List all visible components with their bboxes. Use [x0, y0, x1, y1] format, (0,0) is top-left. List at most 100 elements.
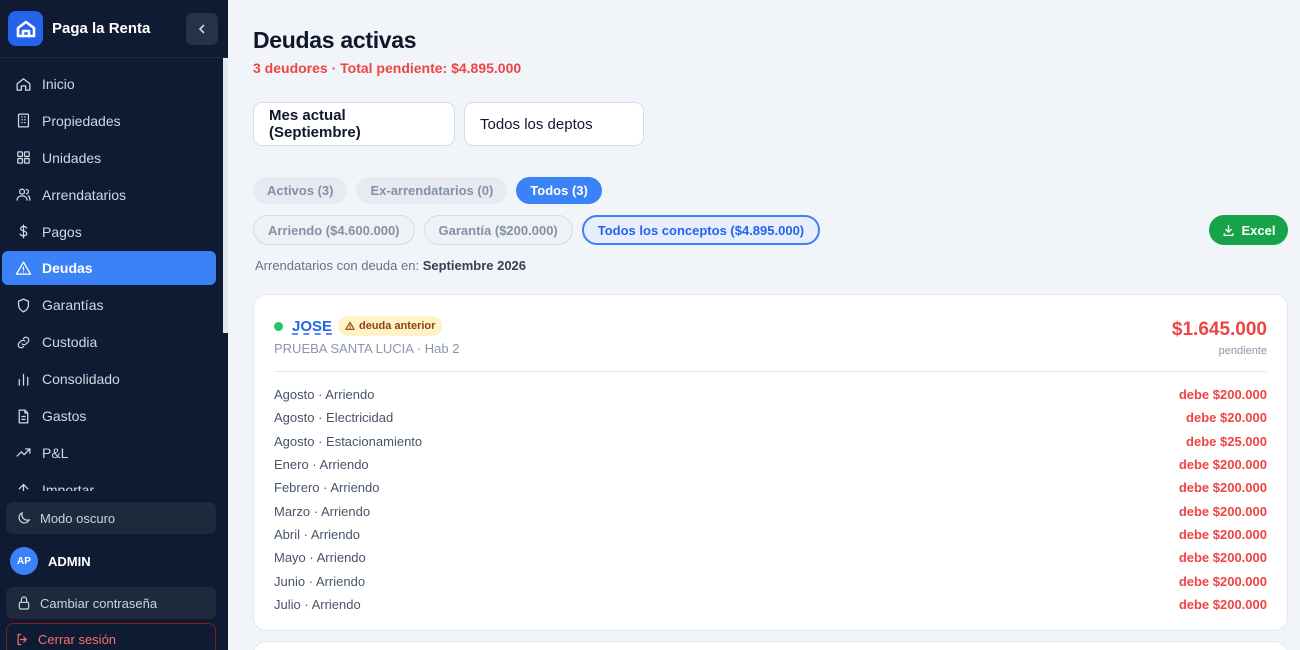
excel-label: Excel — [1241, 222, 1276, 238]
debt-amount: debe $200.000 — [1178, 457, 1267, 473]
concept-arriendo-chip[interactable]: Arriendo ($4.600.000) — [253, 215, 415, 245]
sidebar-item-label: Inicio — [42, 76, 75, 92]
alert-icon — [15, 261, 32, 275]
sidebar-footer: Modo oscuro AP ADMIN Cambiar contraseña … — [0, 494, 228, 650]
status-dot — [274, 322, 283, 331]
sidebar-nav: Inicio Propiedades Unidades Arrendatario… — [0, 67, 222, 491]
debt-line: Agosto · Electricidad debe $20.000 — [274, 406, 1267, 429]
sidebar-item-custodia[interactable]: Custodia — [2, 325, 216, 359]
status-tabs: Activos (3) Ex-arrendatarios (0) Todos (… — [253, 177, 602, 204]
debt-line: Agosto · Estacionamiento debe $25.000 — [274, 430, 1267, 453]
tab-activos[interactable]: Activos (3) — [253, 177, 348, 204]
home-icon — [16, 77, 31, 91]
sidebar-item-label: P&L — [42, 444, 69, 461]
debt-line: Enero · Arriendo debe $200.000 — [274, 453, 1267, 476]
upload-icon — [18, 483, 29, 491]
debt-amount: debe $20.000 — [1186, 410, 1267, 426]
debt-line: Junio · Arriendo debe $200.000 — [274, 569, 1267, 592]
collapse-sidebar-button[interactable] — [186, 12, 218, 45]
debt-line: Agosto · Arriendo debe $200.000 — [274, 383, 1267, 406]
debt-concept: Abril · Arriendo — [274, 526, 360, 542]
period-prefix: Arrendatarios con deuda en: — [255, 258, 420, 273]
debt-concept: Febrero · Arriendo — [274, 480, 380, 496]
user-profile: AP ADMIN — [0, 540, 228, 582]
sidebar: Paga la Renta Inicio Propiedades Unidade… — [0, 0, 228, 650]
sidebar-item-deudas[interactable]: Deudas — [2, 251, 216, 286]
tenant-name-link[interactable]: JOSE — [292, 318, 332, 335]
debt-lines: Agosto · Arriendo debe $200.000 Agosto · … — [274, 383, 1267, 616]
debt-amount: debe $200.000 — [1178, 550, 1267, 566]
sidebar-item-label: Deudas — [42, 260, 93, 277]
sidebar-item-label: Garantías — [42, 297, 104, 314]
sidebar-item-label: Arrendatarios — [42, 186, 127, 203]
link-icon — [17, 336, 30, 349]
debt-amount: debe $200.000 — [1178, 573, 1267, 589]
avatar: AP — [10, 547, 38, 575]
sidebar-item-label: Custodia — [42, 334, 98, 351]
excel-export-button[interactable]: Excel — [1209, 215, 1288, 245]
logout-button[interactable]: Cerrar sesión — [6, 623, 216, 650]
depto-select[interactable]: Todos los deptos — [464, 102, 644, 146]
debt-line: Abril · Arriendo debe $200.000 — [274, 523, 1267, 546]
sidebar-item-pagos[interactable]: Pagos — [2, 215, 216, 249]
main-content: Deudas activas 3 deudores · Total pendie… — [228, 0, 1300, 650]
month-select[interactable]: Mes actual (Septiembre) — [253, 102, 455, 146]
sidebar-item-inicio[interactable]: Inicio — [2, 67, 216, 101]
debt-amount: debe $200.000 — [1178, 480, 1267, 496]
debt-line: Mayo · Arriendo debe $200.000 — [274, 546, 1267, 569]
debt-amount: debe $200.000 — [1178, 526, 1267, 542]
concept-todos-chip[interactable]: Todos los conceptos ($4.895.000) — [581, 215, 821, 245]
sidebar-item-arrendatarios[interactable]: Arrendatarios — [2, 178, 216, 212]
download-icon — [1223, 224, 1233, 236]
filters: Mes actual (Septiembre) Todos los deptos — [253, 102, 644, 146]
home-logo-icon[interactable] — [8, 11, 43, 46]
sidebar-item-pl[interactable]: P&L — [2, 436, 216, 470]
sidebar-item-label: Unidades — [42, 149, 102, 166]
moon-icon — [18, 512, 30, 524]
sidebar-item-label: Propiedades — [42, 112, 121, 129]
tenant-total: $1.645.000 — [1171, 319, 1267, 340]
sidebar-item-garantias[interactable]: Garantías — [2, 288, 216, 322]
file-icon — [18, 409, 29, 424]
debt-concept: Julio · Arriendo — [274, 596, 361, 612]
period-value: Septiembre 2026 — [422, 258, 527, 273]
trending-icon — [16, 448, 31, 458]
concept-filters: Arriendo ($4.600.000) Garantía ($200.000… — [253, 215, 821, 245]
debt-concept: Agosto · Electricidad — [274, 410, 394, 426]
change-password-button[interactable]: Cambiar contraseña — [6, 587, 216, 619]
sidebar-item-consolidado[interactable]: Consolidado — [2, 362, 216, 396]
debtor-card: JOSE deuda anterior PRUEBA SANTA LUCIA ·… — [253, 294, 1288, 631]
debt-amount: debe $200.000 — [1178, 596, 1267, 612]
dark-mode-label: Modo oscuro — [40, 510, 116, 526]
bar-chart-icon — [18, 373, 29, 386]
badge-label: deuda anterior — [359, 320, 436, 332]
users-icon — [16, 188, 31, 201]
sidebar-item-propiedades[interactable]: Propiedades — [2, 104, 216, 138]
tenant-location: PRUEBA SANTA LUCIA · Hab 2 — [274, 341, 460, 356]
tab-todos[interactable]: Todos (3) — [516, 177, 602, 204]
tab-ex-arrendatarios[interactable]: Ex-arrendatarios (0) — [356, 177, 508, 204]
previous-debt-badge: deuda anterior — [338, 316, 443, 336]
warning-icon — [345, 321, 355, 330]
dark-mode-button[interactable]: Modo oscuro — [6, 502, 216, 534]
divider — [274, 371, 1267, 372]
sidebar-item-label: Gastos — [42, 408, 87, 425]
debt-line: Marzo · Arriendo debe $200.000 — [274, 499, 1267, 522]
building-icon — [17, 113, 30, 128]
lock-icon — [18, 596, 30, 610]
debt-concept: Agosto · Estacionamiento — [274, 433, 423, 449]
concept-garantia-chip[interactable]: Garantía ($200.000) — [423, 215, 573, 245]
sidebar-item-importar[interactable]: Importar — [2, 473, 216, 491]
grid-icon — [17, 151, 30, 165]
brand-header: Paga la Renta — [0, 0, 228, 58]
period-label: Arrendatarios con deuda en: Septiembre 2… — [255, 258, 526, 273]
debt-concept: Marzo · Arriendo — [274, 503, 371, 519]
sidebar-item-label: Importar — [42, 481, 95, 491]
page-title: Deudas activas — [253, 27, 417, 53]
debt-amount: debe $25.000 — [1186, 433, 1267, 449]
shield-icon — [17, 298, 30, 313]
sidebar-item-unidades[interactable]: Unidades — [2, 141, 216, 175]
user-name: ADMIN — [48, 553, 91, 569]
sidebar-item-gastos[interactable]: Gastos — [2, 399, 216, 433]
debt-summary: 3 deudores · Total pendiente: $4.895.000 — [253, 60, 522, 76]
